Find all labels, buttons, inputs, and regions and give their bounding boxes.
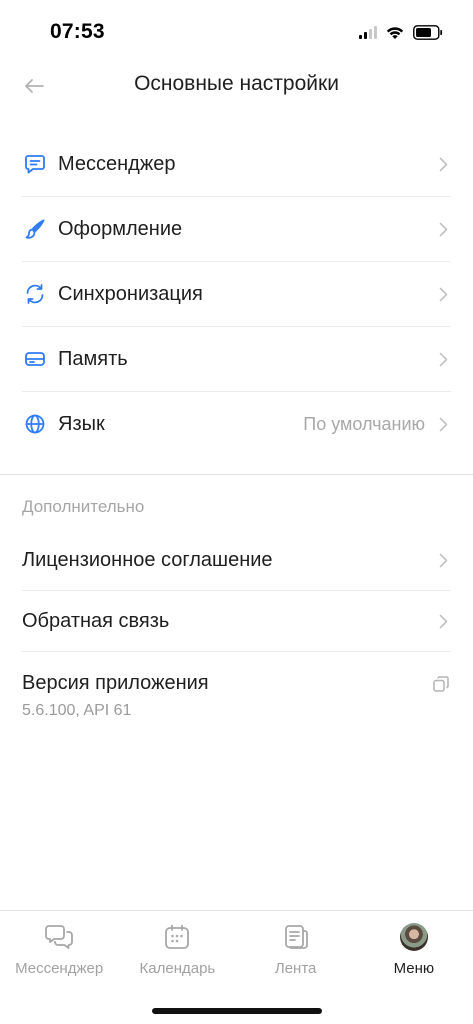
copy-icon[interactable] [431,674,451,694]
tab-feed[interactable]: Лента [237,911,355,987]
globe-icon [23,412,47,436]
tab-label: Календарь [139,960,216,977]
status-time: 07:53 [50,20,105,43]
chevron-right-icon [437,221,449,237]
tab-menu[interactable]: Меню [355,911,473,987]
settings-item-messenger[interactable]: Мессенджер [22,132,451,197]
storage-icon [23,347,47,371]
additional-list: Лицензионное соглашение Обратная связь В… [22,530,451,732]
tab-label: Мессенджер [15,960,104,977]
chevron-right-icon [437,156,449,172]
settings-item-label: Мессенджер [58,152,176,175]
header: Основные настройки [0,62,473,108]
feed-icon [281,922,311,952]
home-indicator [152,1008,322,1014]
settings-item-appearance[interactable]: Оформление [22,197,451,262]
sync-icon [23,282,47,306]
chevron-right-icon [437,351,449,367]
license-agreement-label: Лицензионное соглашение [22,548,273,571]
settings-item-label: Синхронизация [58,282,203,305]
avatar-icon [399,922,429,952]
settings-item-label: Язык [58,412,105,435]
tab-messenger[interactable]: Мессенджер [0,911,118,987]
license-agreement-item[interactable]: Лицензионное соглашение [22,530,451,591]
page-title: Основные настройки [134,72,339,95]
chevron-right-icon [437,416,449,432]
wifi-icon [386,26,404,39]
chevron-right-icon [437,552,449,568]
avatar [399,923,428,951]
section-header-additional: Дополнительно [22,497,145,516]
feedback-item[interactable]: Обратная связь [22,591,451,652]
chevron-right-icon [437,286,449,302]
battery-icon [413,24,443,40]
app-version-label: Версия приложения [22,672,209,694]
feedback-label: Обратная связь [22,609,170,632]
brush-icon [23,217,47,241]
settings-item-sync[interactable]: Синхронизация [22,262,451,327]
cellular-signal-icon [359,25,377,39]
app-version-item[interactable]: Версия приложения 5.6.100, API 61 [22,652,451,732]
settings-list: Мессенджер Оформление Синхронизация Памя… [22,132,451,456]
status-bar: 07:53 [0,0,473,62]
tab-calendar[interactable]: Календарь [118,911,236,987]
chevron-right-icon [437,613,449,629]
settings-item-storage[interactable]: Память [22,327,451,392]
section-divider [0,474,473,475]
settings-item-label: Оформление [58,217,183,240]
tab-label: Лента [274,960,317,977]
settings-item-label: Память [58,347,128,370]
calendar-icon [162,922,192,952]
status-icons [359,22,443,42]
settings-item-language[interactable]: Язык По умолчанию [22,392,451,456]
language-value: По умолчанию [303,413,425,434]
app-version-value: 5.6.100, API 61 [22,702,132,719]
chat-icon [23,152,47,176]
tab-label: Меню [393,960,435,977]
tab-bar: Мессенджер Календарь Лента Меню [0,910,473,987]
chat-bubbles-icon [44,922,74,952]
